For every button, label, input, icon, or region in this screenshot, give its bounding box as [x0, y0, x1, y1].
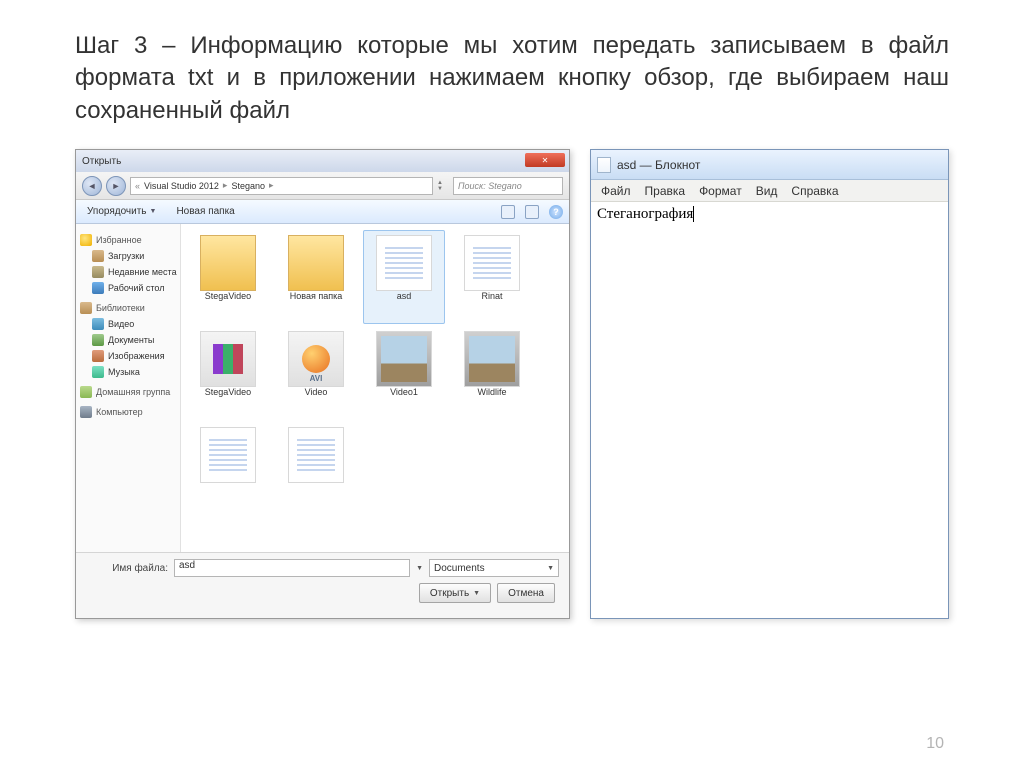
music-icon: [92, 366, 104, 378]
file-item-rinat[interactable]: Rinat: [451, 230, 533, 324]
notepad-window: asd — Блокнот Файл Правка Формат Вид Спр…: [590, 149, 949, 619]
sidebar-desktop[interactable]: Рабочий стол: [76, 280, 180, 296]
notepad-textarea[interactable]: Стеганография: [591, 202, 948, 618]
cancel-button[interactable]: Отмена: [497, 583, 555, 603]
sidebar-video[interactable]: Видео: [76, 316, 180, 332]
textfile-icon: [376, 235, 432, 291]
file-item-new-folder[interactable]: Новая папка: [275, 230, 357, 324]
video-icon: [92, 318, 104, 330]
file-item-extra1[interactable]: [187, 422, 269, 516]
textfile-icon: [200, 427, 256, 483]
file-list: StegaVideo Новая папка asd Rinat StegaVi…: [181, 224, 569, 552]
sidebar-documents[interactable]: Документы: [76, 332, 180, 348]
step-heading: Шаг 3 – Информацию которые мы хотим пере…: [75, 30, 949, 127]
breadcrumb-sep: «: [135, 181, 140, 191]
dialog-titlebar: Открыть ✕: [76, 150, 569, 172]
textfile-icon: [464, 235, 520, 291]
dialog-title: Открыть: [82, 156, 121, 167]
computer-icon: [80, 406, 92, 418]
notepad-menu: Файл Правка Формат Вид Справка: [591, 180, 948, 202]
menu-view[interactable]: Вид: [750, 182, 784, 200]
page-number: 10: [926, 735, 944, 753]
filetype-select[interactable]: Documents▼: [429, 559, 559, 577]
video-thumb-icon: [464, 331, 520, 387]
preview-pane-icon[interactable]: [525, 205, 539, 219]
breadcrumb[interactable]: « Visual Studio 2012 ▸ Stegano ▸: [130, 177, 433, 195]
textfile-icon: [288, 427, 344, 483]
folder-icon: [200, 235, 256, 291]
folder-icon: [288, 235, 344, 291]
libraries-icon: [80, 302, 92, 314]
open-button[interactable]: Открыть▼: [419, 583, 491, 603]
forward-button[interactable]: ►: [106, 176, 126, 196]
sidebar-recent[interactable]: Недавние места: [76, 264, 180, 280]
back-button[interactable]: ◄: [82, 176, 102, 196]
menu-help[interactable]: Справка: [785, 182, 844, 200]
documents-icon: [92, 334, 104, 346]
file-item-stegavideo-rar[interactable]: StegaVideo: [187, 326, 269, 420]
dialog-header: ◄ ► « Visual Studio 2012 ▸ Stegano ▸ ▲▼ …: [76, 172, 569, 200]
notepad-content: Стеганография: [597, 206, 694, 222]
star-icon: [80, 234, 92, 246]
menu-edit[interactable]: Правка: [639, 182, 692, 200]
close-button[interactable]: ✕: [525, 153, 565, 167]
avi-icon: AVI: [288, 331, 344, 387]
sidebar-music[interactable]: Музыка: [76, 364, 180, 380]
sidebar-computer[interactable]: Компьютер: [76, 400, 180, 420]
menu-file[interactable]: Файл: [595, 182, 637, 200]
file-item-stegavideo-folder[interactable]: StegaVideo: [187, 230, 269, 324]
open-file-dialog: Открыть ✕ ◄ ► « Visual Studio 2012 ▸ Ste…: [75, 149, 570, 619]
sidebar-images[interactable]: Изображения: [76, 348, 180, 364]
notepad-title: asd — Блокнот: [617, 158, 700, 172]
help-icon[interactable]: ?: [549, 205, 563, 219]
video-thumb-icon: [376, 331, 432, 387]
screenshots-row: Открыть ✕ ◄ ► « Visual Studio 2012 ▸ Ste…: [75, 149, 949, 619]
search-input[interactable]: Поиск: Stegano: [453, 177, 563, 195]
dialog-sidebar: Избранное Загрузки Недавние места Рабочи…: [76, 224, 181, 552]
images-icon: [92, 350, 104, 362]
sidebar-homegroup[interactable]: Домашняя группа: [76, 380, 180, 400]
file-item-asd[interactable]: asd: [363, 230, 445, 324]
downloads-icon: [92, 250, 104, 262]
dialog-footer: Имя файла: asd ▼ Documents▼ Открыть▼ Отм…: [76, 552, 569, 618]
menu-format[interactable]: Формат: [693, 182, 748, 200]
filename-input[interactable]: asd: [174, 559, 410, 577]
new-folder-button[interactable]: Новая папка: [171, 205, 239, 218]
file-item-video1[interactable]: Video1: [363, 326, 445, 420]
breadcrumb-part2[interactable]: Stegano: [231, 181, 265, 191]
sidebar-downloads[interactable]: Загрузки: [76, 248, 180, 264]
breadcrumb-part1[interactable]: Visual Studio 2012: [144, 181, 219, 191]
notepad-icon: [597, 157, 611, 173]
archive-icon: [200, 331, 256, 387]
sidebar-libraries[interactable]: Библиотеки: [76, 296, 180, 316]
dialog-toolbar: Упорядочить▼ Новая папка ?: [76, 200, 569, 224]
view-options-icon[interactable]: [501, 205, 515, 219]
recent-icon: [92, 266, 104, 278]
file-item-video-avi[interactable]: AVIVideo: [275, 326, 357, 420]
sidebar-favorites[interactable]: Избранное: [76, 228, 180, 248]
notepad-titlebar: asd — Блокнот: [591, 150, 948, 180]
organize-button[interactable]: Упорядочить▼: [82, 205, 161, 218]
file-item-extra2[interactable]: [275, 422, 357, 516]
file-item-wildlife[interactable]: Wildlife: [451, 326, 533, 420]
desktop-icon: [92, 282, 104, 294]
homegroup-icon: [80, 386, 92, 398]
filename-label: Имя файла:: [86, 563, 168, 574]
